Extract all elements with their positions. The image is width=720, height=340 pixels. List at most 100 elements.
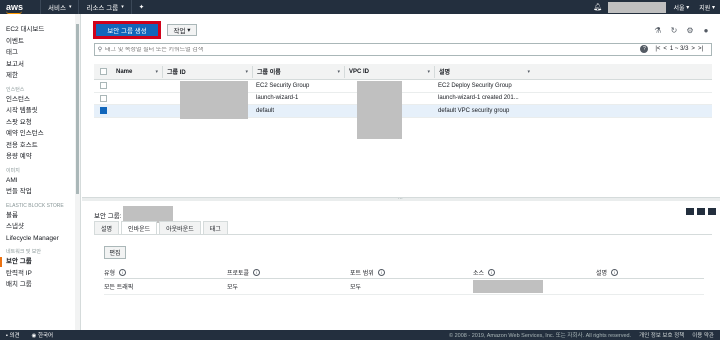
column-header-vpc-id[interactable]: VPC ID ▾	[344, 65, 434, 78]
select-all-checkbox[interactable]	[99, 68, 107, 75]
cell-group-name: default	[256, 107, 275, 114]
sidebar-item-snapshots[interactable]: 스냅샷	[0, 221, 80, 233]
cell-type: 모든 트래픽	[104, 285, 134, 291]
scrollbar-thumb[interactable]	[76, 24, 79, 194]
privacy-policy-link[interactable]: 개인 정보 보호 정책	[639, 331, 684, 339]
sidebar-item-placement-groups[interactable]: 배치 그룹	[0, 279, 80, 291]
security-groups-table: Name ▾ 그룹 ID ▾ 그룹 이름 ▾ VPC ID ▾ 설명 ▾ EC2 Secu…	[94, 64, 712, 139]
column-header-name[interactable]: Name ▾	[112, 66, 162, 78]
row-checkbox[interactable]	[99, 82, 107, 90]
chevron-down-icon: ▾	[710, 4, 715, 11]
cell-description: EC2 Deploy Security Group	[438, 82, 512, 89]
footer: ▪ 의견 ◉ 한국어 © 2008 - 2019, Amazon Web Ser…	[0, 330, 720, 340]
feedback-link[interactable]: ▪ 의견	[6, 331, 20, 339]
cell-group-name: launch-wizard-1	[256, 95, 299, 102]
info-icon[interactable]: i	[611, 268, 619, 276]
first-page-icon[interactable]: |<	[655, 46, 660, 52]
sidebar-item-elastic-ips[interactable]: 탄력적 IP	[0, 268, 80, 280]
sidebar-item-bundle-tasks[interactable]: 번들 작업	[0, 186, 80, 198]
tab-inbound[interactable]: 인바운드	[121, 221, 158, 235]
row-checkbox[interactable]	[99, 94, 107, 102]
sidebar-scrollbar[interactable]	[75, 14, 80, 330]
flask-icon[interactable]: ⚗	[650, 26, 666, 35]
sidebar-item-lifecycle-manager[interactable]: Lifecycle Manager	[0, 233, 80, 245]
help-icon[interactable]: ●	[698, 26, 714, 35]
rules-header: 유형 i 프로토콜 i 포트 범위 i 소스 i 설명 i	[104, 266, 704, 279]
rule-row: 모든 트래픽 모두 모두	[104, 279, 704, 295]
panel-layout-icon[interactable]	[708, 208, 716, 215]
sort-icon: ▾	[155, 68, 158, 75]
toolbar: 보안 그룹 생성 작업 ▾ ⚗ ↻ ⚙ ●	[82, 14, 720, 42]
sidebar-item-reports[interactable]: 보고서	[0, 59, 80, 71]
resource-groups-menu[interactable]: 리소스 그룹 ▾	[78, 0, 130, 14]
column-header-source: 소스	[473, 270, 485, 277]
help-icon[interactable]: ?	[640, 45, 649, 53]
pagination-text: 1 ~ 3/3	[669, 46, 689, 52]
gear-icon[interactable]: ⚙	[682, 26, 698, 35]
panel-layout-icon[interactable]	[697, 208, 705, 215]
chevron-down-icon: ▾	[185, 27, 191, 34]
sort-icon: ▾	[337, 68, 340, 75]
refresh-icon[interactable]: ↻	[666, 26, 682, 35]
terms-link[interactable]: 이용 약관	[692, 331, 714, 339]
cell-source	[473, 280, 596, 293]
sidebar-item-security-groups[interactable]: 보안 그룹	[0, 256, 80, 268]
sidebar-section-ebs: ELASTIC BLOCK STORE	[6, 202, 64, 209]
panel-layout-icon[interactable]	[686, 208, 694, 215]
next-page-icon[interactable]: >	[691, 46, 695, 52]
tab-tags[interactable]: 태그	[202, 221, 228, 234]
sidebar-item-tags[interactable]: 태그	[0, 47, 80, 59]
cell-description: launch-wizard-1 created 201...	[438, 95, 519, 102]
sidebar-item-limits[interactable]: 제한	[0, 70, 80, 82]
panel-splitter[interactable]: ⋯	[82, 197, 720, 202]
region-menu[interactable]: 서울 ▾	[669, 3, 695, 12]
sort-icon: ▾	[527, 68, 530, 75]
column-header-description[interactable]: 설명 ▾	[434, 65, 534, 78]
account-menu[interactable]	[607, 1, 666, 13]
support-menu[interactable]: 지원 ▾	[694, 3, 720, 12]
column-header-protocol: 프로토콜	[227, 270, 250, 277]
sidebar-item-reserved-instances[interactable]: 예약 인스턴스	[0, 128, 80, 140]
sidebar-item-launch-templates[interactable]: 시작 템플릿	[0, 105, 80, 117]
language-selector[interactable]: ◉ 한국어	[32, 331, 54, 339]
pin-icon[interactable]: ✦	[130, 0, 151, 14]
tab-outbound[interactable]: 아웃바운드	[159, 221, 201, 234]
info-icon[interactable]: i	[488, 268, 496, 276]
search-input[interactable]	[105, 46, 711, 53]
active-indicator	[0, 257, 2, 267]
redacted-source	[473, 280, 543, 293]
main-content: 보안 그룹 생성 작업 ▾ ⚗ ↻ ⚙ ● ⚲ ? |< < 1 ~ 3/3 >…	[82, 14, 720, 330]
bell-icon[interactable]: 🔔︎	[591, 3, 605, 11]
sidebar-section-instances: 인스턴스	[6, 86, 25, 93]
sidebar-item-events[interactable]: 이벤트	[0, 36, 80, 48]
cell-group-name: EC2 Security Group	[256, 82, 310, 89]
sidebar-item-ami[interactable]: AMI	[0, 175, 80, 187]
redacted-group-ids	[180, 81, 248, 119]
create-security-group-button[interactable]: 보안 그룹 생성	[93, 21, 161, 39]
services-menu[interactable]: 서비스 ▾	[40, 0, 78, 14]
sidebar-item-ec2-dashboard[interactable]: EC2 대시보드	[0, 24, 80, 36]
tab-description[interactable]: 설명	[94, 221, 120, 234]
info-icon[interactable]: i	[377, 268, 385, 276]
sidebar-item-spot-requests[interactable]: 스팟 요청	[0, 117, 80, 129]
column-header-group-name[interactable]: 그룹 이름 ▾	[252, 65, 344, 78]
cell-protocol: 모두	[227, 285, 239, 291]
info-icon[interactable]: i	[119, 268, 127, 276]
info-icon[interactable]: i	[253, 268, 261, 276]
row-checkbox-checked[interactable]	[99, 107, 107, 115]
sidebar-item-instances[interactable]: 인스턴스	[0, 94, 80, 106]
last-page-icon[interactable]: >|	[698, 46, 703, 52]
redacted-vpc-ids	[357, 81, 402, 139]
search-icon: ⚲	[97, 47, 103, 53]
aws-logo[interactable]: aws	[0, 2, 40, 14]
prev-page-icon[interactable]: <	[663, 46, 667, 52]
column-header-group-id[interactable]: 그룹 ID ▾	[162, 65, 252, 78]
cell-description: default VPC security group	[438, 107, 510, 114]
sidebar-item-dedicated-hosts[interactable]: 전용 호스트	[0, 140, 80, 152]
sidebar-item-volumes[interactable]: 볼륨	[0, 210, 80, 222]
sidebar-item-capacity-reservations[interactable]: 용량 예약	[0, 151, 80, 163]
actions-button[interactable]: 작업 ▾	[167, 24, 197, 36]
edit-button[interactable]: 편집	[104, 246, 126, 259]
sort-icon: ▾	[427, 68, 430, 75]
drag-handle-icon[interactable]: ⋯	[398, 197, 403, 202]
